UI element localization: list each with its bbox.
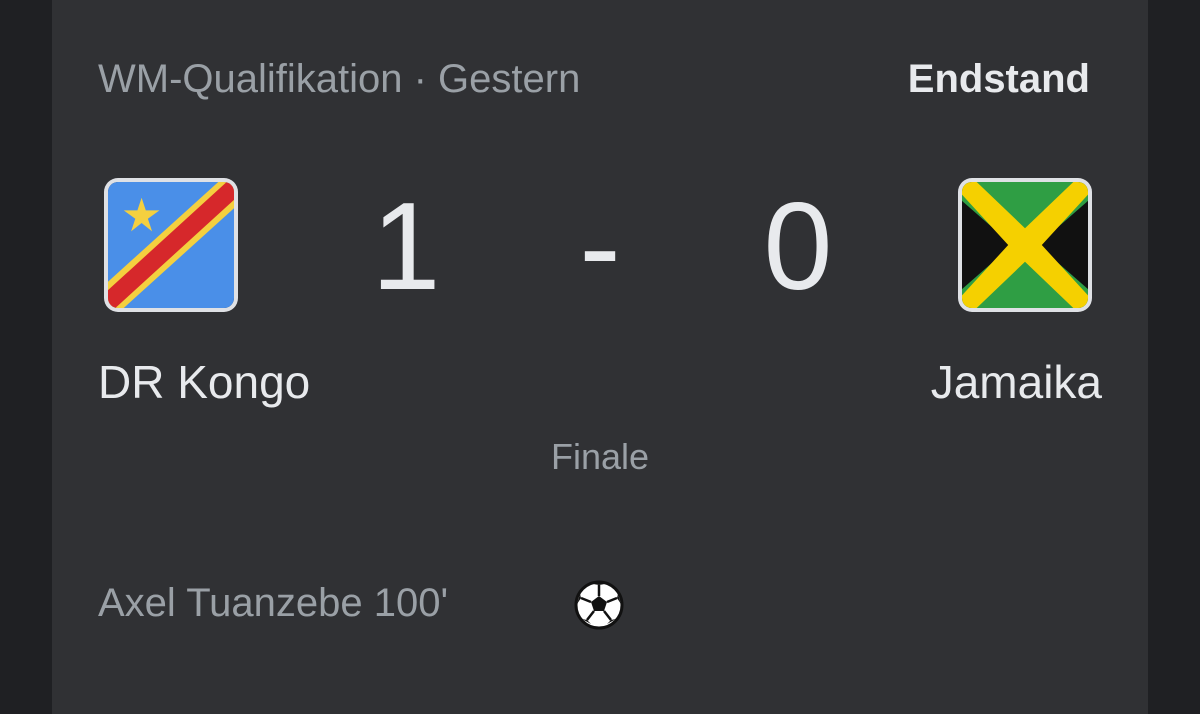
competition-date: WM-Qualifikation · Gestern — [98, 57, 581, 101]
jamaica-flag-icon[interactable] — [962, 182, 1088, 308]
match-card[interactable]: WM-Qualifikation · Gestern Endstand 1 - … — [52, 0, 1148, 714]
dr-congo-flag-icon[interactable] — [108, 182, 234, 308]
home-team-name[interactable]: DR Kongo — [98, 352, 310, 412]
match-state: Endstand — [907, 57, 1090, 101]
goal-scorer: Axel Tuanzebe 100' — [98, 581, 449, 625]
away-score: 0 — [763, 178, 833, 316]
away-team-name[interactable]: Jamaika — [931, 352, 1102, 412]
soccer-ball-icon — [574, 580, 624, 630]
home-score: 1 — [371, 178, 441, 316]
score-separator: - — [579, 178, 621, 316]
match-status: Finale — [550, 436, 650, 477]
